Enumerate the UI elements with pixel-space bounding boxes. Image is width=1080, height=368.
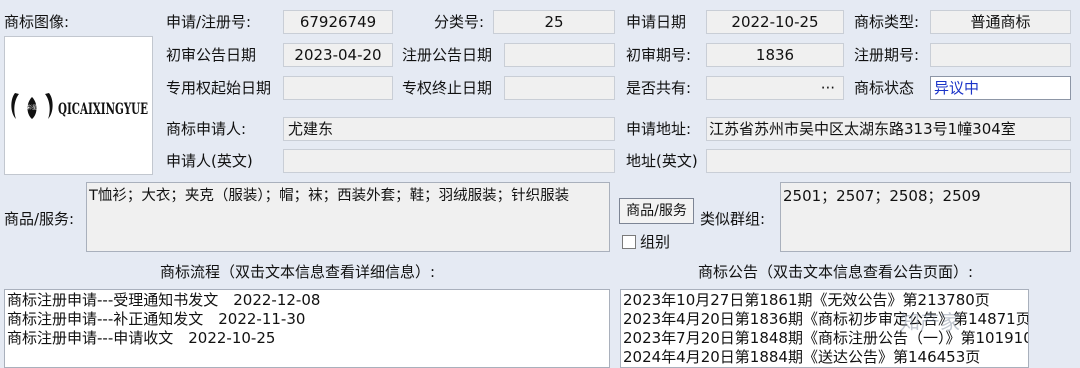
similar-groups-text[interactable]: 2501；2507；2508；2509 [780, 182, 1071, 252]
exclusive-start-field[interactable] [283, 76, 393, 100]
reg-issue-field[interactable] [930, 43, 1071, 67]
goods-services-text[interactable]: T恤衫；大衣；夹克（服装）；帽；袜；西装外套；鞋；羽绒服装；针织服装 [86, 182, 610, 252]
watermark: 知产家 [900, 310, 960, 334]
address-en-label: 地址(英文) [626, 152, 698, 170]
prelim-issue-field[interactable]: 1836 [706, 43, 844, 67]
prelim-pub-date-field[interactable]: 2023-04-20 [283, 43, 393, 67]
svg-text:七彩星悦: 七彩星悦 [22, 104, 42, 111]
exclusive-start-label: 专用权起始日期 [166, 79, 272, 97]
tm-type-field[interactable]: 普通商标 [930, 10, 1071, 34]
notice-title: 商标公告（双击文本信息查看公告页面）: [698, 263, 974, 281]
reg-issue-label: 注册期号: [854, 46, 920, 64]
tm-type-label: 商标类型: [854, 13, 920, 31]
group-checkbox-label: 组别 [640, 233, 671, 251]
shared-field[interactable]: ··· [706, 76, 844, 100]
class-no-field[interactable]: 25 [493, 10, 615, 34]
process-title: 商标流程（双击文本信息查看详细信息）: [160, 263, 436, 281]
list-item[interactable]: 2023年7月20日第1848期《商标注册公告（一）》第101910页 [621, 329, 1028, 348]
goods-services-label: 商品/服务: [4, 210, 75, 228]
exclusive-end-label: 专权终止日期 [402, 79, 493, 97]
shared-label: 是否共有: [626, 79, 692, 97]
list-item[interactable]: 商标注册申请---申请收文 2022-10-25 [5, 329, 609, 348]
list-item[interactable]: 商标注册申请---受理通知书发文 2022-12-08 [5, 291, 609, 310]
prelim-issue-label: 初审期号: [626, 46, 692, 64]
tm-status-label: 商标状态 [854, 79, 915, 97]
trademark-image: 七彩星悦 QICAIXINGYUE [4, 36, 153, 175]
similar-groups-label: 类似群组: [700, 210, 766, 228]
reg-pub-date-field[interactable] [504, 43, 615, 67]
trademark-logo: 七彩星悦 QICAIXINGYUE [11, 93, 148, 119]
list-item[interactable]: 2023年10月27日第1861期《无效公告》第213780页 [621, 291, 1028, 310]
notice-list[interactable]: 2023年10月27日第1861期《无效公告》第213780页 2023年4月2… [620, 289, 1029, 368]
applicant-en-field[interactable] [283, 149, 615, 173]
applicant-field[interactable]: 尤建东 [283, 117, 615, 141]
group-checkbox[interactable] [622, 235, 636, 249]
logo-emblem: 七彩星悦 [11, 93, 53, 119]
applicant-label: 商标申请人: [166, 120, 247, 138]
class-no-label: 分类号: [434, 13, 485, 31]
prelim-pub-date-label: 初审公告日期 [166, 46, 257, 64]
reg-pub-date-label: 注册公告日期 [402, 46, 493, 64]
process-list[interactable]: 商标注册申请---受理通知书发文 2022-12-08 商标注册申请---补正通… [4, 289, 610, 368]
exclusive-end-field[interactable] [504, 76, 615, 100]
tm-status-field[interactable]: 异议中 [930, 76, 1071, 100]
list-item[interactable]: 2023年4月20日第1836期《商标初步审定公告》第14871页 [621, 310, 1028, 329]
address-en-field[interactable] [706, 149, 1071, 173]
applicant-en-label: 申请人(英文) [166, 152, 253, 170]
app-address-field[interactable]: 江苏省苏州市吴中区太湖东路313号1幢304室 [706, 117, 1071, 141]
logo-wordmark: QICAIXINGYUE [58, 99, 148, 118]
app-date-label: 申请日期 [626, 13, 687, 31]
list-item[interactable]: 2024年4月20日第1884期《送达公告》第146453页 [621, 348, 1028, 367]
app-date-field[interactable]: 2022-10-25 [706, 10, 844, 34]
app-reg-no-field[interactable]: 67926749 [283, 10, 393, 34]
goods-services-button[interactable]: 商品/服务 [619, 198, 694, 224]
app-address-label: 申请地址: [626, 120, 692, 138]
list-item[interactable]: 商标注册申请---补正通知发文 2022-11-30 [5, 310, 609, 329]
app-reg-no-label: 申请/注册号: [166, 13, 252, 31]
trademark-image-label: 商标图像: [4, 13, 70, 31]
